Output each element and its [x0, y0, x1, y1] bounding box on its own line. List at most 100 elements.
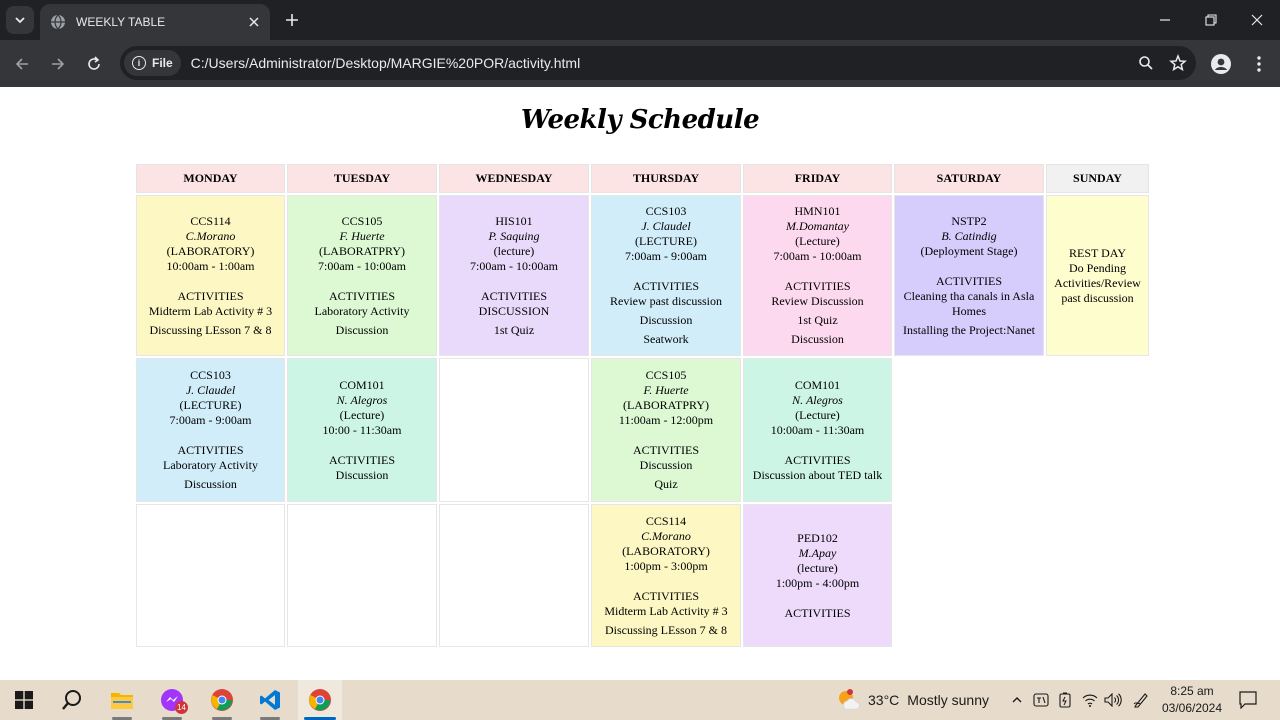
tab-strip: WEEKLY TABLE	[0, 0, 1280, 40]
course-code: HMN101	[794, 204, 841, 218]
schedule-cell-empty-wednesday	[439, 504, 589, 647]
volume-icon[interactable]	[1103, 690, 1123, 710]
class-type: (LABORATPRY)	[622, 398, 709, 412]
browser-toolbar: i File C:/Users/Administrator/Desktop/MA…	[0, 40, 1280, 87]
course-code: NSTP2	[951, 213, 987, 228]
url-text[interactable]: C:/Users/Administrator/Desktop/MARGIE%20…	[191, 55, 1132, 71]
chat-bubble-icon	[1239, 691, 1257, 709]
minimize-icon	[1160, 19, 1170, 21]
course-code: CCS105	[341, 213, 383, 228]
schedule-cell-empty-wednesday	[439, 358, 589, 502]
activities-label: ACTIVITIES	[633, 443, 699, 457]
class-type: (lecture)	[797, 560, 838, 575]
clock-time: 8:25 am	[1170, 684, 1214, 698]
taskbar-vscode[interactable]	[248, 680, 292, 720]
class-type: (LABORATPRY)	[318, 243, 405, 258]
site-info-chip[interactable]: i File	[124, 50, 181, 76]
class-type: (Lecture)	[795, 234, 840, 248]
windows-logo-icon	[15, 691, 33, 709]
weather-temperature: 33°C	[868, 692, 900, 708]
day-header-row: MONDAY TUESDAY WEDNESDAY THURSDAY FRIDAY…	[136, 164, 1149, 193]
class-type: (LECTURE)	[635, 234, 697, 248]
class-type: (LECTURE)	[179, 398, 242, 412]
taskbar-messenger[interactable]: 14	[150, 680, 194, 720]
back-button[interactable]	[9, 51, 35, 77]
instructor-name: J. Claudel	[185, 383, 236, 397]
class-time: 11:00am - 12:00pm	[618, 413, 714, 427]
schedule-cell-empty-tuesday	[287, 504, 437, 647]
schedule-cell-thursday: CCS105 F. Huerte (LABORATPRY) 11:00am - 12:…	[591, 358, 741, 502]
address-bar[interactable]: i File C:/Users/Administrator/Desktop/MA…	[120, 46, 1196, 80]
activity-item: Discussion	[335, 467, 389, 482]
chevron-up-icon	[1012, 697, 1022, 703]
activity-item: Review Discussion	[771, 294, 864, 308]
instructor-name: B. Catindig	[941, 228, 997, 243]
course-code: CCS114	[645, 513, 687, 528]
close-icon	[1251, 14, 1263, 26]
class-type: (Lecture)	[795, 407, 840, 422]
activity-item: Discussion	[184, 477, 237, 491]
taskbar-chrome-active[interactable]	[298, 680, 342, 720]
day-header-tuesday: TUESDAY	[287, 164, 437, 193]
schedule-row: CCS103 J. Claudel (LECTURE) 7:00am - 9:00am…	[136, 358, 1149, 502]
taskbar-file-explorer[interactable]	[100, 680, 144, 720]
plus-icon	[286, 14, 298, 26]
activity-item: Installing the Project:Nanet	[903, 322, 1035, 337]
minimize-button[interactable]	[1142, 0, 1188, 40]
instructor-name: C.Morano	[185, 228, 236, 243]
vscode-icon	[260, 690, 280, 710]
info-icon: i	[132, 56, 146, 70]
reload-button[interactable]	[81, 51, 107, 77]
menu-button[interactable]	[1246, 51, 1272, 77]
class-time: 7:00am - 9:00am	[625, 249, 707, 263]
activities-label: ACTIVITIES	[784, 279, 851, 293]
notification-center-button[interactable]	[1238, 690, 1258, 710]
class-time: 10:00am - 11:30am	[770, 422, 865, 437]
pen-icon[interactable]	[1131, 690, 1151, 710]
activity-item: Seatwork	[643, 332, 689, 346]
instructor-name: M.Domantay	[786, 219, 849, 233]
close-window-button[interactable]	[1234, 0, 1280, 40]
weather-widget[interactable]: 33°C Mostly sunny	[836, 688, 989, 712]
wifi-icon[interactable]	[1080, 690, 1100, 710]
class-type: (LABORATORY)	[622, 543, 710, 558]
activity-item: Discussion	[639, 458, 693, 472]
course-code: CCS103	[190, 368, 231, 382]
class-type: (Deployment Stage)	[920, 243, 1018, 258]
system-clock[interactable]: 8:25 am 03/06/2024	[1160, 683, 1224, 717]
chrome-icon	[309, 689, 331, 711]
new-tab-button[interactable]	[280, 8, 304, 32]
profile-button[interactable]	[1208, 51, 1234, 77]
close-tab-icon[interactable]	[244, 12, 264, 32]
activity-item: DISCUSSION	[478, 303, 550, 318]
activity-item: Discussion about TED talk	[752, 467, 883, 482]
bookmark-star-icon[interactable]	[1164, 49, 1192, 77]
restore-button[interactable]	[1188, 0, 1234, 40]
input-language-icon[interactable]	[1031, 690, 1051, 710]
activity-item: Review past discussion	[610, 294, 722, 308]
schedule-cell-tuesday: CCS105 F. Huerte (LABORATPRY) 7:00am - 10:0…	[287, 195, 437, 356]
battery-icon[interactable]	[1055, 690, 1075, 710]
browser-tab[interactable]: WEEKLY TABLE	[40, 4, 270, 40]
taskbar-chrome-profile[interactable]	[200, 680, 244, 720]
arrow-left-icon	[15, 58, 28, 70]
class-time: 10:00am - 1:00am	[166, 258, 255, 273]
activities-label: ACTIVITIES	[177, 288, 244, 303]
weather-description: Mostly sunny	[907, 692, 989, 708]
zoom-icon[interactable]	[1132, 49, 1160, 77]
start-button[interactable]	[2, 680, 46, 720]
show-hidden-icons-button[interactable]	[1007, 690, 1027, 710]
schedule-cell-wednesday: HIS101 P. Saquing (lecture) 7:00am - 10:00a…	[439, 195, 589, 356]
search-button[interactable]	[50, 680, 94, 720]
schedule-cell-thursday: CCS114 C.Morano (LABORATORY) 1:00pm - 3:00p…	[591, 504, 741, 647]
folder-icon	[111, 693, 133, 709]
forward-button[interactable]	[45, 51, 71, 77]
schedule-cell-monday: CCS103 J. Claudel (LECTURE) 7:00am - 9:00am…	[136, 358, 285, 502]
rest-day-text: Do Pending Activities/Review past discus…	[1054, 260, 1141, 305]
tab-search-button[interactable]	[6, 6, 34, 34]
